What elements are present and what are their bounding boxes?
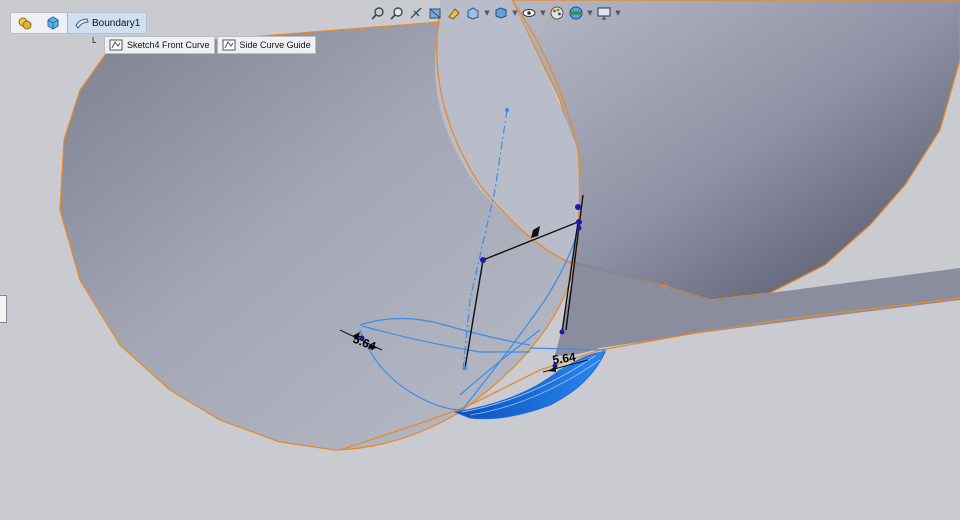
hide-show-items-button[interactable] (521, 5, 537, 21)
breadcrumb-part[interactable] (39, 13, 67, 33)
chevron-down-icon[interactable]: ▼ (587, 5, 593, 21)
section-view-icon (429, 8, 441, 19)
apply-scene-icon (569, 6, 583, 20)
hide-show-items-icon (522, 9, 536, 17)
display-style-button[interactable] (493, 5, 509, 21)
breadcrumb-feature-label: Boundary1 (92, 17, 141, 29)
zoom-to-fit-button[interactable] (370, 5, 386, 21)
zoom-to-area-button[interactable] (389, 5, 405, 21)
selection-list: └ Sketch4 Front Curve Side Curve Guide (90, 36, 316, 54)
edit-appearance-button[interactable] (549, 5, 565, 21)
dynamic-annotation-view-button[interactable] (446, 5, 462, 21)
previous-view-icon (410, 7, 422, 19)
view-settings-button[interactable] (596, 5, 612, 21)
tree-connector-icon: └ (90, 38, 97, 49)
breadcrumb-feature[interactable]: Boundary1 (67, 13, 147, 33)
swept-surface-inner[interactable] (511, 0, 960, 301)
chevron-down-icon[interactable]: ▼ (512, 5, 518, 21)
assembly-icon (18, 17, 32, 30)
view-orientation-icon (467, 7, 479, 20)
zoom-to-fit-icon (371, 7, 384, 20)
dynamic-annotation-view-icon (448, 8, 460, 20)
chevron-down-icon[interactable]: ▼ (615, 5, 621, 21)
selection-chip-side-curve[interactable]: Side Curve Guide (216, 36, 316, 54)
section-view-button[interactable] (427, 5, 443, 21)
view-orientation-button[interactable] (465, 5, 481, 21)
chevron-down-icon[interactable]: ▼ (484, 5, 490, 21)
apply-scene-button[interactable] (568, 5, 584, 21)
display-style-icon (495, 7, 507, 19)
boundary-feature-icon (75, 18, 89, 29)
view-settings-icon (597, 7, 611, 20)
sketch-icon (222, 39, 236, 51)
sketch-icon (109, 39, 123, 51)
chevron-down-icon[interactable]: ▼ (540, 5, 546, 21)
part-icon (47, 16, 59, 30)
heads-up-view-toolbar: ▼ ▼ ▼ ▼ ▼ (370, 4, 621, 22)
previous-view-button[interactable] (408, 5, 424, 21)
breadcrumb: Boundary1 (10, 12, 148, 34)
zoom-to-area-icon (390, 7, 403, 20)
breadcrumb-assembly[interactable] (11, 13, 39, 33)
selection-chip-front-curve[interactable]: Sketch4 Front Curve (104, 36, 215, 54)
sidebar-collapse-handle[interactable] (0, 295, 7, 323)
graphics-viewport[interactable]: 5.64 5.64 (0, 0, 960, 520)
edit-appearance-icon (550, 6, 564, 20)
